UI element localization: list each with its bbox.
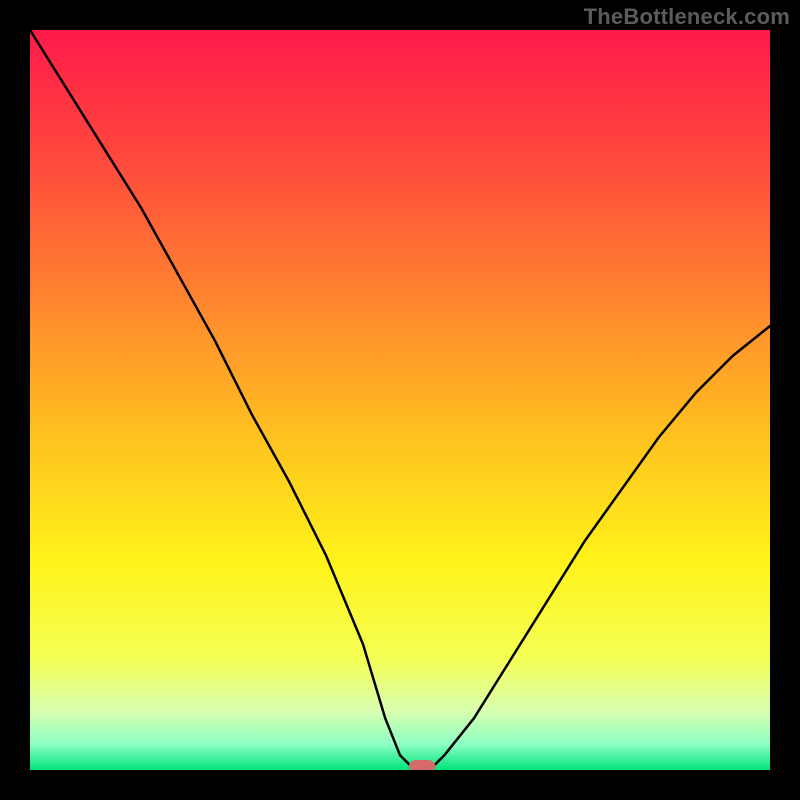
gradient-background xyxy=(30,30,770,770)
watermark-text: TheBottleneck.com xyxy=(584,4,790,30)
optimum-marker xyxy=(409,760,436,770)
plot-area xyxy=(30,30,770,770)
chart-frame: TheBottleneck.com xyxy=(0,0,800,800)
bottleneck-chart xyxy=(30,30,770,770)
